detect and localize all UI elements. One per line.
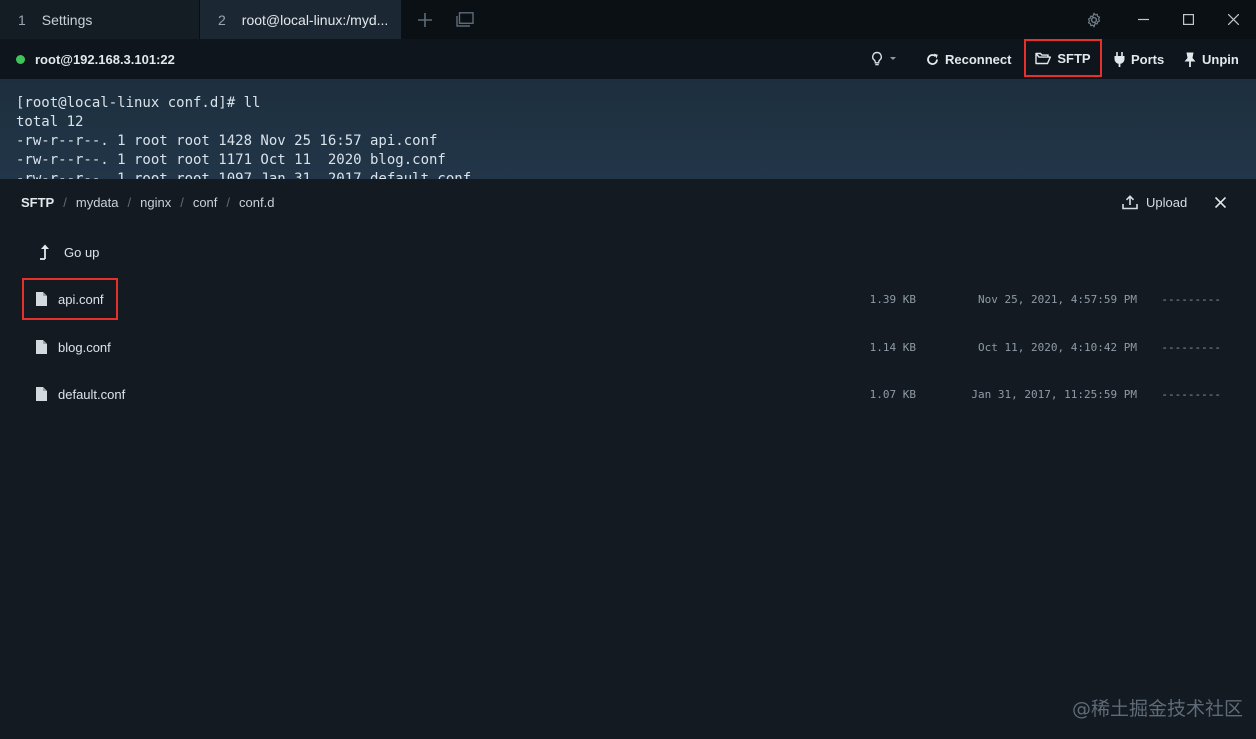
connection-status: root@192.168.3.101:22 — [16, 39, 175, 79]
unpin-button[interactable]: Unpin — [1184, 39, 1239, 79]
breadcrumb-item[interactable]: mydata — [76, 195, 119, 210]
minimize-icon[interactable] — [1121, 0, 1166, 39]
tab-title: root@local-linux:/myd... — [241, 11, 389, 28]
upload-icon — [1122, 194, 1138, 209]
lightbulb-icon — [872, 51, 896, 66]
folder-open-icon — [1035, 52, 1052, 64]
go-up-row[interactable]: Go up — [0, 239, 1256, 269]
host-label: root@192.168.3.101:22 — [35, 51, 175, 67]
upload-label: Upload — [1146, 194, 1188, 210]
window-controls — [1071, 0, 1256, 39]
breadcrumb-separator: / — [180, 194, 184, 210]
reconnect-icon — [927, 53, 938, 65]
file-permissions: --------- — [1161, 341, 1221, 354]
ports-button[interactable]: Ports — [1114, 39, 1164, 79]
unpin-label: Unpin — [1202, 51, 1239, 67]
sftp-button[interactable]: SFTP — [1024, 39, 1102, 77]
ports-label: Ports — [1131, 51, 1165, 67]
file-row[interactable]: default.conf 1.07 KB Jan 31, 2017, 11:25… — [0, 381, 1256, 411]
breadcrumb-item[interactable]: conf.d — [239, 195, 274, 210]
watermark: @稀土掘金技术社区 — [1072, 698, 1244, 720]
file-size: 1.07 KB — [869, 388, 916, 401]
selection-highlight-box — [22, 278, 118, 320]
file-permissions: --------- — [1161, 388, 1221, 401]
tab-title: Settings — [41, 11, 93, 28]
session-toolbar: root@192.168.3.101:22 Reconnect SFTP Por… — [0, 39, 1256, 79]
file-size: 1.39 KB — [869, 293, 916, 306]
file-modified: Oct 11, 2020, 4:10:42 PM — [978, 341, 1137, 354]
sftp-label: SFTP — [1057, 50, 1091, 66]
tab-number: 1 — [18, 11, 26, 28]
file-modified: Nov 25, 2021, 4:57:59 PM — [978, 293, 1137, 306]
breadcrumb-item[interactable]: conf — [193, 195, 218, 210]
tab-terminal-session[interactable]: 2 root@local-linux:/myd... — [200, 0, 401, 39]
breadcrumb: SFTP / mydata / nginx / conf / conf.d — [21, 193, 274, 211]
file-icon — [36, 340, 47, 357]
reconnect-button[interactable]: Reconnect — [926, 39, 1011, 79]
maximize-icon[interactable] — [1166, 0, 1211, 39]
reconnect-label: Reconnect — [945, 51, 1012, 67]
tab-number: 2 — [218, 11, 226, 28]
breadcrumb-separator: / — [226, 194, 231, 210]
profile-menu-button[interactable] — [870, 39, 902, 79]
terminal-output[interactable]: [root@local-linux conf.d]# ll total 12 -… — [0, 79, 1256, 179]
terminal-line: -rw-r--r--. 1 root root 1428 Nov 25 16:5… — [16, 133, 438, 149]
file-modified: Jan 31, 2017, 11:25:59 PM — [971, 388, 1137, 401]
connected-status-icon — [16, 54, 25, 64]
new-window-icon[interactable] — [445, 0, 485, 39]
new-tab-plus-icon[interactable] — [405, 0, 445, 39]
file-row[interactable]: api.conf 1.39 KB Nov 25, 2021, 4:57:59 P… — [0, 286, 1256, 316]
terminal-line: total 12 — [16, 114, 84, 130]
file-permissions: --------- — [1161, 293, 1221, 306]
level-up-icon — [38, 244, 50, 263]
plug-icon — [1114, 51, 1125, 67]
tab-settings[interactable]: 1 Settings — [0, 0, 200, 39]
file-icon — [36, 387, 47, 404]
go-up-label: Go up — [64, 245, 100, 260]
tab-bar: 1 Settings 2 root@local-linux:/myd... — [0, 0, 1256, 39]
terminal-line: [root@local-linux conf.d]# ll — [16, 95, 261, 111]
breadcrumb-item[interactable]: nginx — [140, 195, 171, 210]
pin-icon — [1184, 52, 1196, 67]
breadcrumb-root[interactable]: SFTP — [21, 195, 54, 210]
breadcrumb-separator: / — [127, 194, 132, 210]
gear-icon[interactable] — [1071, 0, 1117, 39]
terminal-line: -rw-r--r--. 1 root root 1097 Jan 31 2017… — [16, 171, 472, 179]
file-name: blog.conf — [58, 340, 111, 355]
file-name: default.conf — [58, 387, 126, 402]
sftp-panel: SFTP / mydata / nginx / conf / conf.d Up… — [0, 179, 1256, 739]
close-icon[interactable] — [1211, 0, 1256, 39]
breadcrumb-separator: / — [63, 194, 67, 210]
file-row[interactable]: blog.conf 1.14 KB Oct 11, 2020, 4:10:42 … — [0, 334, 1256, 364]
terminal-line: -rw-r--r--. 1 root root 1171 Oct 11 2020… — [16, 152, 446, 168]
file-size: 1.14 KB — [869, 341, 916, 354]
close-sftp-icon[interactable] — [1212, 194, 1228, 210]
upload-button[interactable]: Upload — [1122, 192, 1187, 212]
